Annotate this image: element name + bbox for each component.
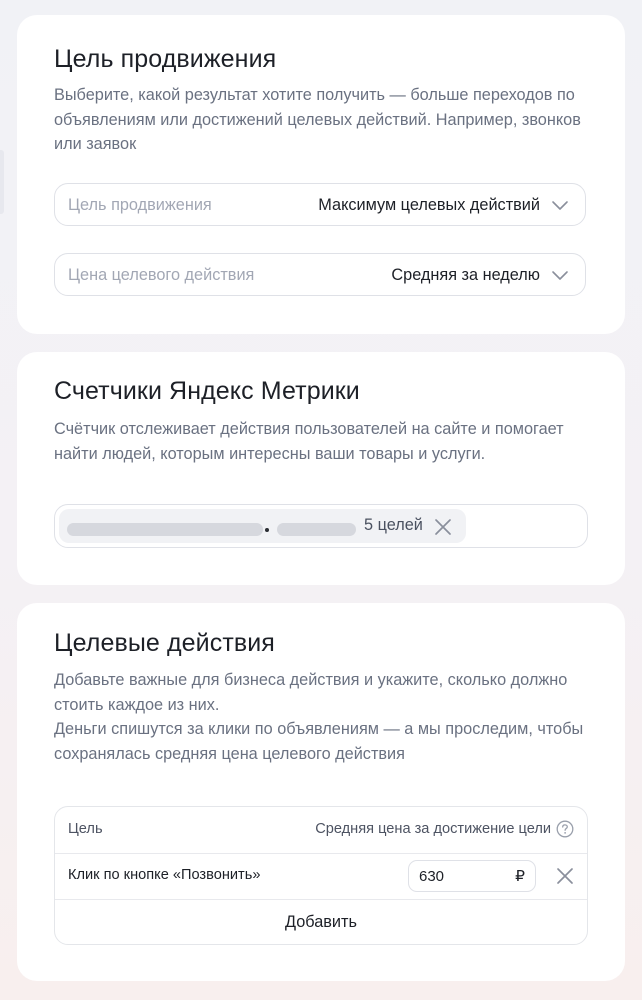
counter-goals-count: 5 целей: [364, 516, 423, 534]
separator-dot: [265, 528, 269, 532]
counter-chip[interactable]: 5 целей: [59, 509, 466, 543]
add-goal-button[interactable]: Добавить: [55, 900, 587, 944]
table-row: Клик по кнопке «Позвонить» 630 ₽: [55, 853, 587, 900]
close-icon[interactable]: [556, 867, 574, 885]
target-actions-description: Добавьте важные для бизнеса действия и у…: [54, 671, 568, 714]
target-actions-table: Цель Средняя цена за достижение цели Кли…: [54, 806, 588, 945]
promotion-goal-select-value: Максимум целевых действий: [318, 196, 540, 214]
promotion-goal-select[interactable]: Цель продвижения Максимум целевых действ…: [54, 183, 586, 226]
currency-ruble: ₽: [515, 868, 525, 885]
promotion-goal-description: Выберите, какой результат хотите получит…: [54, 86, 581, 154]
question-circle-icon[interactable]: [556, 820, 574, 838]
counter-name-redacted: [67, 523, 263, 536]
table-header: Цель Средняя цена за достижение цели: [55, 807, 587, 854]
goal-name: Клик по кнопке «Позвонить»: [68, 867, 261, 883]
promotion-goal-title: Цель продвижения: [54, 45, 277, 73]
goal-price-value: 630: [419, 868, 445, 885]
target-action-price-select-label: Цена целевого действия: [68, 266, 255, 284]
target-actions-billing-note: Деньги спишутся за клики по объявлениям …: [54, 720, 584, 763]
chevron-down-icon: [552, 201, 568, 210]
goal-price-input[interactable]: 630 ₽: [408, 860, 536, 892]
metrika-counters-title: Счетчики Яндекс Метрики: [54, 377, 360, 405]
background-panel-edge: [0, 150, 4, 214]
target-actions-card: Целевые действия Добавьте важные для биз…: [17, 603, 625, 981]
promotion-goal-select-label: Цель продвижения: [68, 196, 212, 214]
metrika-counter-field[interactable]: 5 целей: [54, 504, 588, 548]
target-action-price-select-value: Средняя за неделю: [391, 266, 540, 284]
promotion-goal-card: Цель продвижения Выберите, какой результ…: [17, 15, 625, 334]
chevron-down-icon: [552, 271, 568, 280]
close-icon[interactable]: [434, 518, 452, 536]
target-actions-title: Целевые действия: [54, 629, 275, 657]
metrika-counters-description: Счётчик отслеживает действия пользовател…: [54, 420, 564, 463]
column-header-goal: Цель: [68, 821, 103, 837]
column-header-avg-price: Средняя цена за достижение цели: [315, 821, 551, 837]
metrika-counters-card: Счетчики Яндекс Метрики Счётчик отслежив…: [17, 352, 625, 585]
target-action-price-select[interactable]: Цена целевого действия Средняя за неделю: [54, 253, 586, 296]
counter-id-redacted: [277, 523, 356, 536]
